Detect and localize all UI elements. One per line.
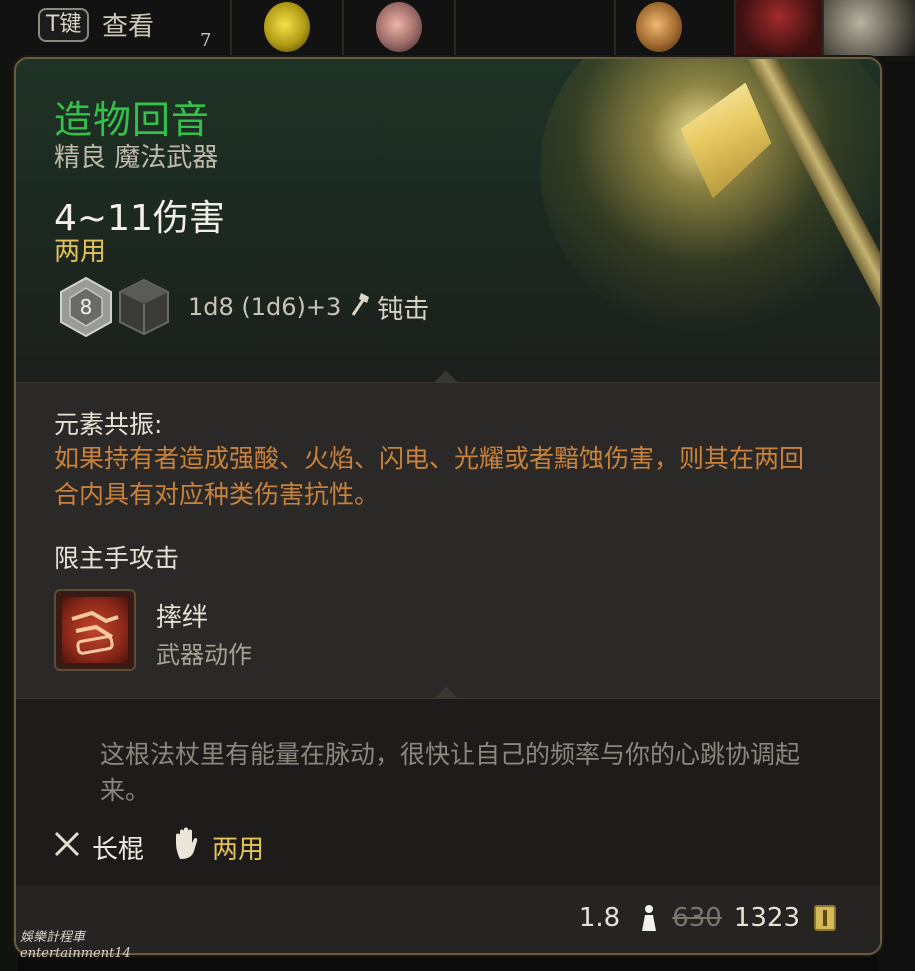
hand-icon <box>172 827 202 868</box>
potion-icon <box>636 2 682 52</box>
d8-die-icon: 8 <box>58 276 114 338</box>
inventory-strip: T键 查看 7 <box>0 0 915 62</box>
original-price: 630 <box>672 903 722 933</box>
weapon-class: 长棍 <box>92 835 145 865</box>
hand-type: 两用 <box>212 835 265 865</box>
watermark-line: entertainment14 <box>20 946 131 961</box>
flavor-text: 这根法杖里有能量在脉动，很快让自己的频率与你的心跳协调起来。 <box>100 740 801 805</box>
inventory-slot[interactable] <box>456 0 616 56</box>
item-handedness: 两用 <box>54 237 107 267</box>
item-name: 造物回音 <box>54 98 211 142</box>
watermark: 娛樂計程車 entertainment14 <box>20 930 131 962</box>
inventory-slot[interactable] <box>824 0 915 56</box>
resonance-label: 元素共振: <box>54 410 163 439</box>
item-weight: 1.8 <box>578 903 621 933</box>
dice-formula: 1d8 (1d6)+3 <box>188 293 342 321</box>
die-face: 8 <box>80 295 93 319</box>
item-tooltip: 造物回音 精良 魔法武器 4~11伤害 两用 8 1d8 (1d6)+3 钝击 … <box>14 57 882 955</box>
resonance-description: 如果持有者造成强酸、火焰、闪电、光耀或者黯蚀伤害，则其在两回合内具有对应种类伤害… <box>54 444 805 509</box>
potion-icon <box>264 2 310 52</box>
action-name: 摔绊 <box>156 603 209 633</box>
weight-icon <box>638 903 660 933</box>
item-rarity-type: 精良 魔法武器 <box>54 143 219 173</box>
flavor-section: 这根法杖里有能量在脉动，很快让自己的频率与你的心跳协调起来。 长棍 两用 <box>16 699 880 885</box>
damage-type: 钝击 <box>377 294 430 325</box>
watermark-line: 娛樂計程車 <box>20 930 86 945</box>
mainhand-only-label: 限主手攻击 <box>54 544 180 573</box>
inventory-slot[interactable] <box>344 0 456 56</box>
tooltip-header: 造物回音 精良 魔法武器 4~11伤害 两用 8 1d8 (1d6)+3 钝击 <box>16 59 880 383</box>
weapon-tags: 长棍 两用 <box>52 827 292 868</box>
d6-die-icon <box>116 276 172 338</box>
inventory-slot[interactable] <box>232 0 344 56</box>
item-value-row: 1.8 630 1323 <box>579 903 836 933</box>
potion-icon <box>376 2 422 52</box>
t-key-icon: T键 <box>38 8 90 42</box>
trip-action-icon <box>62 597 128 663</box>
inventory-slot[interactable] <box>736 0 824 56</box>
stack-count: 7 <box>200 30 212 51</box>
inventory-edge <box>877 62 915 971</box>
crossed-swords-icon <box>52 829 82 866</box>
dice-row: 8 1d8 (1d6)+3 钝击 <box>58 275 429 339</box>
mace-icon <box>349 291 371 323</box>
action-type: 武器动作 <box>156 641 252 669</box>
gold-coin-icon <box>814 905 836 931</box>
inventory-slot[interactable] <box>616 0 736 56</box>
weapon-action-slot[interactable] <box>54 589 136 671</box>
view-label: 查看 <box>102 12 155 42</box>
properties-section: 元素共振: 如果持有者造成强酸、火焰、闪电、光耀或者黯蚀伤害，则其在两回合内具有… <box>16 383 880 699</box>
item-price: 1323 <box>733 903 800 933</box>
tooltip-footer: 1.8 630 1323 <box>16 885 880 953</box>
